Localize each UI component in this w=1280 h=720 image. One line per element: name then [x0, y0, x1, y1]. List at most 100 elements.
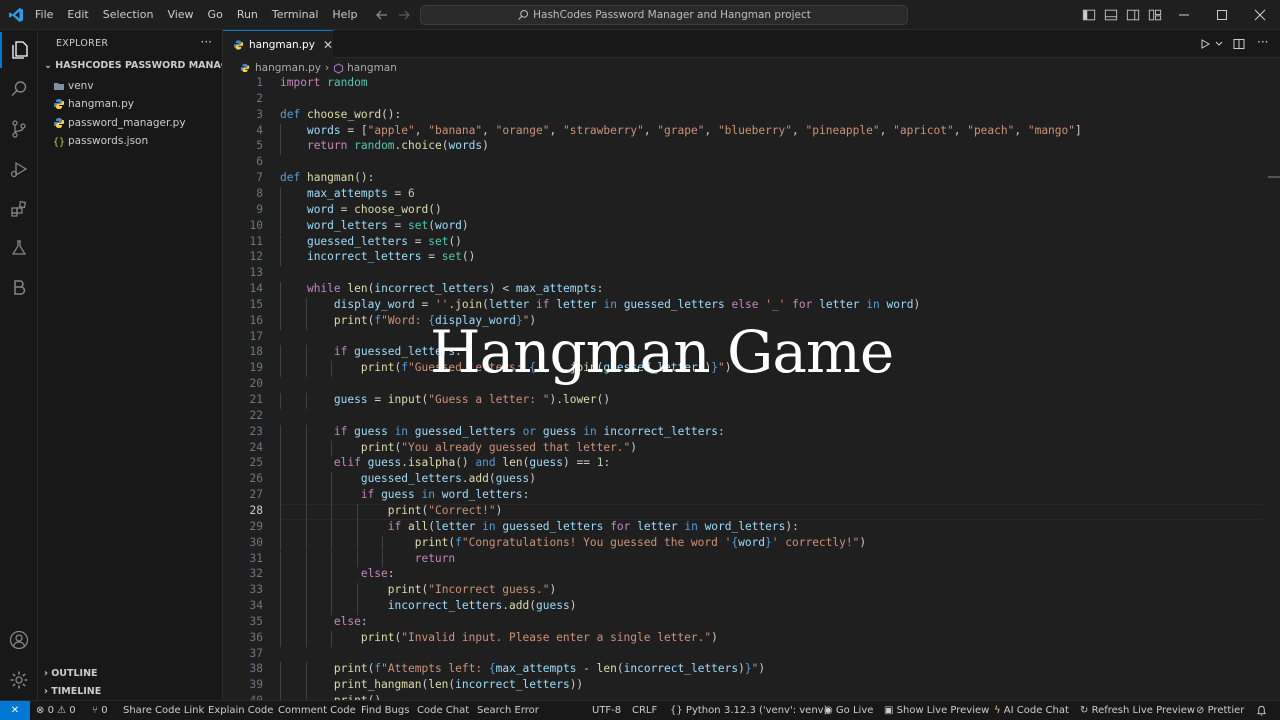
line-number[interactable]: 38 [223, 662, 263, 675]
code-line[interactable]: guessed_letters = set() [280, 235, 462, 248]
code-editor[interactable]: 1 import random 2 3 def choose_word(): 4 word… [223, 76, 1263, 700]
line-number[interactable]: 6 [223, 155, 263, 168]
code-line[interactable]: incorrect_letters.add(guess) [280, 599, 577, 612]
code-line[interactable]: incorrect_letters = set() [280, 250, 475, 263]
breadcrumb-symbol[interactable]: hangman [347, 62, 397, 74]
line-number[interactable]: 35 [223, 615, 263, 628]
code-line[interactable]: max_attempts = 6 [280, 187, 415, 200]
more-actions-icon[interactable]: ··· [1257, 35, 1268, 49]
file-item-hangman[interactable]: hangman.py [52, 95, 134, 113]
code-line[interactable]: print(f"Congratulations! You guessed the… [280, 536, 866, 549]
line-number[interactable]: 36 [223, 631, 263, 644]
chevron-down-icon[interactable] [1215, 40, 1223, 48]
line-number[interactable]: 39 [223, 678, 263, 691]
toggle-primary-sidebar-icon[interactable] [1082, 8, 1096, 22]
menu-view[interactable]: View [160, 0, 200, 30]
line-number[interactable]: 31 [223, 552, 263, 565]
tab-hangman-py[interactable]: hangman.py ✕ [223, 30, 333, 58]
line-number[interactable]: 11 [223, 235, 263, 248]
forward-arrow-icon[interactable] [396, 7, 412, 23]
explain-code[interactable]: Explain Code [208, 701, 273, 720]
back-arrow-icon[interactable] [374, 7, 390, 23]
line-number[interactable]: 3 [223, 108, 263, 121]
line-number[interactable]: 28 [223, 504, 263, 517]
code-chat[interactable]: Code Chat [417, 701, 469, 720]
code-line[interactable]: print("You already guessed that letter."… [280, 441, 637, 454]
line-number[interactable]: 27 [223, 488, 263, 501]
outline-section[interactable]: › OUTLINE [44, 668, 98, 679]
menu-terminal[interactable]: Terminal [265, 0, 326, 30]
code-line[interactable]: if all(letter in guessed_letters for let… [280, 520, 799, 533]
line-number[interactable]: 17 [223, 330, 263, 343]
code-line[interactable]: words = ["apple", "banana", "orange", "s… [280, 124, 1082, 137]
python-interpreter[interactable]: 3.12.3 ('venv': venv) [724, 701, 828, 720]
code-line[interactable]: def hangman(): [280, 171, 374, 184]
line-number[interactable]: 1 [223, 76, 263, 89]
run-python-file-icon[interactable] [1199, 38, 1211, 50]
explorer-more-actions[interactable]: ··· [201, 35, 212, 49]
menu-go[interactable]: Go [201, 0, 230, 30]
line-number[interactable]: 21 [223, 393, 263, 406]
code-line[interactable]: import random [280, 76, 368, 89]
menu-edit[interactable]: Edit [60, 0, 95, 30]
ai-code-chat-button[interactable]: ϟ AI Code Chat [994, 701, 1069, 720]
code-line[interactable]: print("Incorrect guess.") [280, 583, 556, 596]
menu-file[interactable]: File [28, 0, 60, 30]
comment-code[interactable]: Comment Code [278, 701, 356, 720]
line-number[interactable]: 7 [223, 171, 263, 184]
line-number[interactable]: 19 [223, 361, 263, 374]
toggle-panel-icon[interactable] [1104, 8, 1118, 22]
line-number[interactable]: 10 [223, 219, 263, 232]
code-line[interactable]: print_hangman(len(incorrect_letters)) [280, 678, 583, 691]
maximize-button[interactable] [1203, 0, 1241, 30]
code-line[interactable]: else: [280, 615, 368, 628]
line-number[interactable]: 24 [223, 441, 263, 454]
remote-indicator[interactable]: ✕ [0, 701, 30, 720]
file-item-passwords-json[interactable]: {} passwords.json [52, 132, 148, 150]
code-line[interactable]: print("Invalid input. Please enter a sin… [280, 631, 718, 644]
code-line[interactable]: if guess in guessed_letters or guess in … [280, 425, 725, 438]
line-number[interactable]: 33 [223, 583, 263, 596]
timeline-section[interactable]: › TIMELINE [44, 686, 101, 697]
customize-layout-icon[interactable] [1148, 8, 1162, 22]
code-line[interactable]: display_word = ''.join(letter if letter … [280, 298, 920, 311]
activity-run-debug[interactable] [0, 151, 38, 187]
line-number[interactable]: 12 [223, 250, 263, 263]
toggle-secondary-sidebar-icon[interactable] [1126, 8, 1140, 22]
menu-run[interactable]: Run [230, 0, 265, 30]
line-number[interactable]: 9 [223, 203, 263, 216]
line-number[interactable]: 32 [223, 567, 263, 580]
line-number[interactable]: 26 [223, 472, 263, 485]
activity-source-control[interactable] [0, 111, 38, 147]
problems-indicator[interactable]: ⊗ 0 ⚠ 0 [36, 701, 76, 720]
refresh-live-preview-button[interactable]: ↻ Refresh Live Preview [1080, 701, 1195, 720]
code-line[interactable]: def choose_word(): [280, 108, 401, 121]
split-editor-icon[interactable] [1233, 38, 1245, 50]
line-number[interactable]: 30 [223, 536, 263, 549]
line-number[interactable]: 14 [223, 282, 263, 295]
line-number[interactable]: 20 [223, 377, 263, 390]
workspace-folder[interactable]: ⌄ HASHCODES PASSWORD MANAGER... [44, 60, 222, 71]
activity-explorer[interactable] [0, 32, 38, 68]
code-line[interactable]: return random.choice(words) [280, 139, 489, 152]
tab-close-button[interactable]: ✕ [323, 38, 333, 52]
activity-manage[interactable] [0, 662, 38, 698]
command-center-search[interactable]: HashCodes Password Manager and Hangman p… [420, 5, 908, 25]
close-window-button[interactable] [1241, 0, 1279, 30]
line-number[interactable]: 2 [223, 92, 263, 105]
line-number[interactable]: 18 [223, 345, 263, 358]
bell-icon[interactable] [1256, 705, 1267, 716]
activity-search[interactable] [0, 71, 38, 107]
search-error[interactable]: Search Error [477, 701, 539, 720]
code-line[interactable]: guessed_letters.add(guess) [280, 472, 536, 485]
line-number[interactable]: 5 [223, 139, 263, 152]
prettier-button[interactable]: ⊘ Prettier [1196, 701, 1244, 720]
line-number[interactable]: 37 [223, 647, 263, 660]
code-line[interactable]: word = choose_word() [280, 203, 442, 216]
line-number[interactable]: 23 [223, 425, 263, 438]
line-number[interactable]: 13 [223, 266, 263, 279]
code-line[interactable]: elif guess.isalpha() and len(guess) == 1… [280, 456, 610, 469]
activity-extensions[interactable] [0, 191, 38, 227]
line-number[interactable]: 34 [223, 599, 263, 612]
go-live-button[interactable]: ◉ Go Live [824, 701, 873, 720]
